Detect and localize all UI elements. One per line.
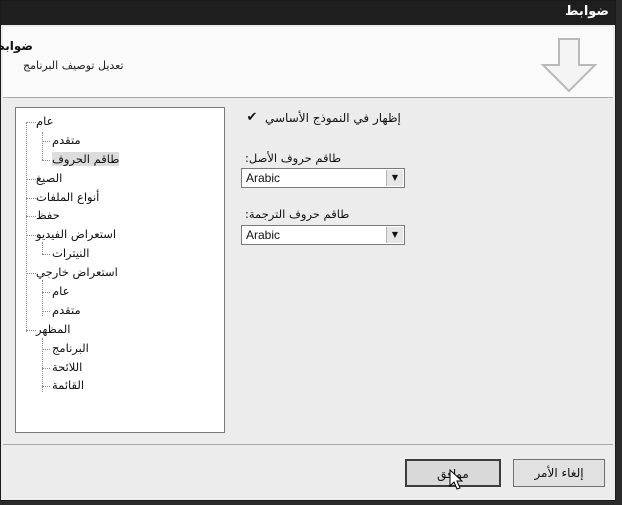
tree-connector: [42, 311, 50, 312]
tree-connector: [42, 368, 50, 369]
tree-item-formats[interactable]: الصيغ: [36, 171, 62, 185]
tree-item-label: متقدم: [52, 303, 81, 317]
target-charset-value: Arabic: [246, 228, 281, 242]
tree-connector: [26, 216, 36, 217]
footer-divider: [3, 444, 613, 445]
tree-connector: [26, 330, 36, 331]
tree-item-label: النيترات: [52, 246, 90, 260]
tree-item-external-advanced[interactable]: متقدم: [52, 303, 81, 317]
down-arrow-icon: [540, 38, 598, 93]
header-title: ضوابط: [0, 39, 33, 53]
cancel-button[interactable]: إلغاء الأمر: [513, 459, 605, 487]
tree-item-label: حفظ: [36, 208, 60, 222]
tree-item-label: عام: [52, 284, 70, 298]
tree-connector: [26, 179, 36, 180]
show-in-base-model-checkbox[interactable]: ✔: [245, 111, 259, 124]
chevron-down-icon[interactable]: ▼: [386, 170, 403, 186]
source-charset-select[interactable]: Arabic ▼: [241, 168, 405, 188]
tree-item-appearance[interactable]: المظهر: [36, 322, 70, 336]
tree-connector: [26, 235, 36, 236]
tree-connector: [42, 338, 43, 392]
tree-connector: [26, 122, 36, 123]
show-in-base-model-label: إظهار في النموذج الأساسي: [265, 111, 401, 125]
target-charset-label: طاقم حروف الترجمة:: [245, 207, 350, 221]
tree-item-file-types[interactable]: أنواع الملفات: [36, 190, 99, 204]
tree-connector: [42, 386, 50, 387]
window-title: ضوابط: [565, 4, 609, 19]
source-charset-value: Arabic: [246, 171, 281, 185]
settings-tree[interactable]: عام متقدم طاقم الحروف الصيغ أنواع الملفا…: [15, 107, 225, 433]
tree-connector: [42, 132, 43, 160]
source-charset-label: طاقم حروف الأصل:: [245, 151, 342, 165]
tree-item-label: الصيغ: [36, 171, 63, 185]
tree-item-charset[interactable]: طاقم الحروف: [52, 152, 120, 166]
tree-item-label: طاقم الحروف: [52, 152, 120, 166]
tree-item-external-general[interactable]: عام: [52, 284, 70, 298]
tree-item-label: عام: [36, 114, 54, 128]
tree-item-subtitles[interactable]: النيترات: [52, 246, 89, 260]
tree-item-label: متقدم: [52, 133, 81, 147]
tree-item-label: البرنامج: [52, 341, 89, 355]
tree-item-general[interactable]: عام: [36, 114, 54, 128]
target-charset-select[interactable]: Arabic ▼: [241, 225, 405, 245]
tree-connector: [42, 160, 50, 161]
tree-item-label: استعراض خارجي: [36, 265, 118, 279]
tree-item-label: أنواع الملفات: [36, 190, 100, 204]
tree-item-advanced[interactable]: متقدم: [52, 133, 81, 147]
tree-connector: [26, 273, 36, 274]
tree-connector: [42, 141, 50, 142]
title-bar: ضوابط: [1, 1, 615, 25]
tree-connector: [42, 292, 50, 293]
header-subtitle: تعديل توصيف البرنامج: [23, 59, 124, 72]
mouse-pointer-icon: [449, 469, 463, 490]
tree-item-label: المظهر: [36, 322, 71, 336]
tree-connector: [42, 242, 43, 254]
tree-item-save[interactable]: حفظ: [36, 208, 60, 222]
tree-connector: [42, 349, 50, 350]
tree-item-label: اللائحة: [52, 360, 83, 374]
tree-item-label: القائمة: [52, 378, 85, 392]
tree-item-program[interactable]: البرنامج: [52, 341, 89, 355]
tree-connector: [26, 122, 27, 332]
tree-item-video-preview[interactable]: استعراض الفيديو: [36, 227, 116, 241]
dialog-header: ضوابط تعديل توصيف البرنامج: [0, 27, 613, 98]
settings-dialog: ضوابط ضوابط تعديل توصيف البرنامج عام متق…: [0, 0, 616, 501]
tree-item-label: استعراض الفيديو: [36, 227, 117, 241]
tree-connector: [42, 254, 50, 255]
tree-item-menu[interactable]: القائمة: [52, 378, 84, 392]
tree-item-list[interactable]: اللائحة: [52, 360, 82, 374]
tree-connector: [26, 198, 36, 199]
tree-item-external-preview[interactable]: استعراض خارجي: [36, 265, 118, 279]
chevron-down-icon[interactable]: ▼: [386, 227, 403, 243]
